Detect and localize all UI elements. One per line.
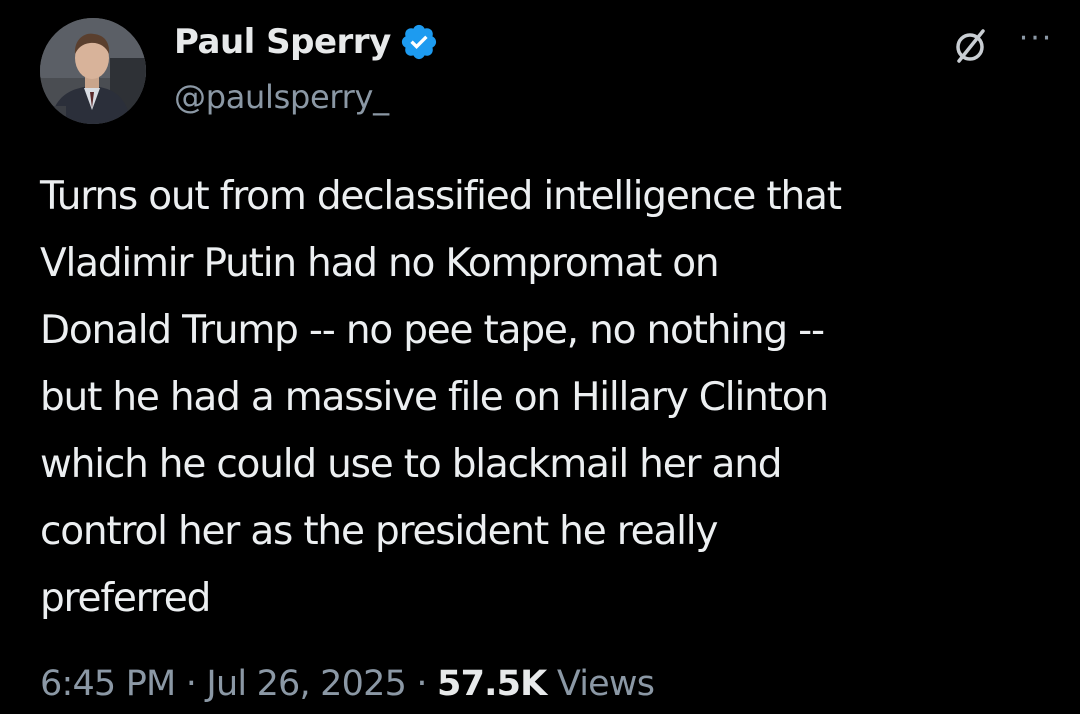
tweet-time[interactable]: 6:45 PM — [40, 664, 176, 704]
tweet-text-line: which he could use to blackmail her and — [40, 442, 782, 487]
tweet-meta: 6:45 PM · Jul 26, 2025 · 57.5K Views — [40, 664, 655, 704]
avatar-photo-icon — [40, 18, 146, 124]
verified-badge-icon — [399, 22, 439, 62]
author-display-name[interactable]: Paul Sperry — [174, 22, 391, 62]
tweet-card[interactable]: Paul Sperry @paulsperry_ ··· Turns out f… — [0, 0, 1080, 714]
views-label: Views — [556, 664, 655, 704]
author-handle[interactable]: @paulsperry_ — [174, 78, 389, 116]
meta-separator: · — [185, 664, 197, 704]
tweet-text-line: control her as the president he really — [40, 509, 719, 554]
tweet-text-line: Donald Trump -- no pee tape, no nothing … — [40, 308, 825, 353]
tweet-text-line: preferred — [40, 576, 211, 621]
tweet-body-text: Turns out from declassified intelligence… — [40, 163, 1070, 632]
meta-separator: · — [416, 664, 427, 704]
tweet-text-line: but he had a massive file on Hillary Cli… — [40, 375, 829, 420]
tweet-date[interactable]: Jul 26, 2025 — [206, 664, 406, 704]
tweet-text-line: Turns out from declassified intelligence… — [40, 174, 842, 219]
views-count[interactable]: 57.5K — [437, 664, 547, 704]
more-horizontal-icon[interactable]: ··· — [1008, 24, 1064, 64]
author-name-row[interactable]: Paul Sperry — [174, 18, 439, 66]
author-avatar[interactable] — [40, 18, 146, 124]
grok-slash-circle-icon[interactable] — [950, 26, 990, 66]
tweet-text-line: Vladimir Putin had no Kompromat on — [40, 241, 720, 286]
